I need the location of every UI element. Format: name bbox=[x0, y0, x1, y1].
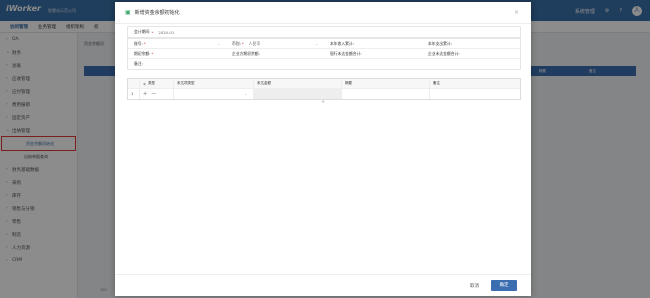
ent-opening-field[interactable]: 企业方期初余额: bbox=[226, 51, 324, 57]
amount-cell[interactable] bbox=[254, 89, 342, 99]
chevron-down-icon: ⌄ bbox=[217, 41, 220, 46]
modal-footer: 取消 确定 bbox=[115, 274, 531, 296]
row-index: 1 bbox=[128, 89, 140, 99]
add-line-icon[interactable]: + bbox=[321, 99, 325, 105]
add-row-icon[interactable]: + bbox=[143, 91, 147, 97]
ok-button[interactable]: 确定 bbox=[491, 280, 517, 291]
summary-cell[interactable] bbox=[342, 89, 430, 99]
item-type-select[interactable]: ⌄ bbox=[174, 89, 254, 99]
document-icon: ▣ bbox=[125, 9, 131, 16]
modal-title: 新增资金余额初始化 bbox=[134, 10, 180, 16]
row-actions: + — bbox=[140, 89, 174, 99]
income-total-field[interactable]: 本年收入累计: bbox=[324, 41, 422, 47]
chevron-down-icon: ⌄ bbox=[315, 41, 318, 46]
chevron-down-icon: ⌄ bbox=[244, 92, 247, 96]
remark-field[interactable]: 备注: bbox=[128, 61, 520, 67]
period-value: 2020-01 bbox=[158, 29, 175, 35]
col-item-type: 未达项类型 bbox=[174, 79, 254, 88]
settings-icon[interactable]: ◉ bbox=[143, 82, 146, 86]
account-select[interactable]: 账号: * ⌄ bbox=[128, 41, 226, 47]
detail-table: ◉ 类型 未达项类型 未达金额 摘要 备注 1 + — ⌄ bbox=[127, 78, 521, 100]
table-header: ◉ 类型 未达项类型 未达金额 摘要 备注 bbox=[128, 79, 520, 89]
bank-diff-field[interactable]: 银行未达金额合计: bbox=[324, 51, 422, 57]
table-row: 1 + — ⌄ bbox=[128, 89, 520, 99]
period-row: 会计期间: * 2020-01 bbox=[127, 26, 521, 38]
close-icon[interactable]: × bbox=[514, 9, 519, 16]
modal-header: ▣ 新增资金余额初始化 bbox=[115, 2, 531, 24]
remark-cell[interactable] bbox=[430, 89, 520, 99]
col-remark: 备注 bbox=[433, 81, 440, 85]
col-summary: 摘要 bbox=[342, 79, 430, 88]
opening-balance-field[interactable]: 期初余额: * bbox=[128, 51, 226, 57]
modal-dialog: ▣ 新增资金余额初始化 × 会计期间: * 2020-01 账号: * ⌄ 币别: * 人… bbox=[115, 2, 531, 296]
currency-select[interactable]: 币别: * 人民币 ⌄ bbox=[226, 41, 324, 47]
period-field[interactable]: 会计期间: * 2020-01 bbox=[128, 29, 520, 35]
col-amount: 未达金额 bbox=[254, 79, 342, 88]
form-grid: 账号: * ⌄ 币别: * 人民币 ⌄ 本年收入累计: 本年支出累计: 期初余额: * 企业… bbox=[127, 38, 521, 70]
ent-diff-field[interactable]: 企业未达金额合计: bbox=[422, 51, 520, 57]
expense-total-field[interactable]: 本年支出累计: bbox=[422, 41, 520, 47]
cancel-button[interactable]: 取消 bbox=[464, 281, 485, 291]
remove-row-icon[interactable]: — bbox=[151, 91, 156, 97]
col-type: ◉ 类型 bbox=[140, 79, 174, 88]
